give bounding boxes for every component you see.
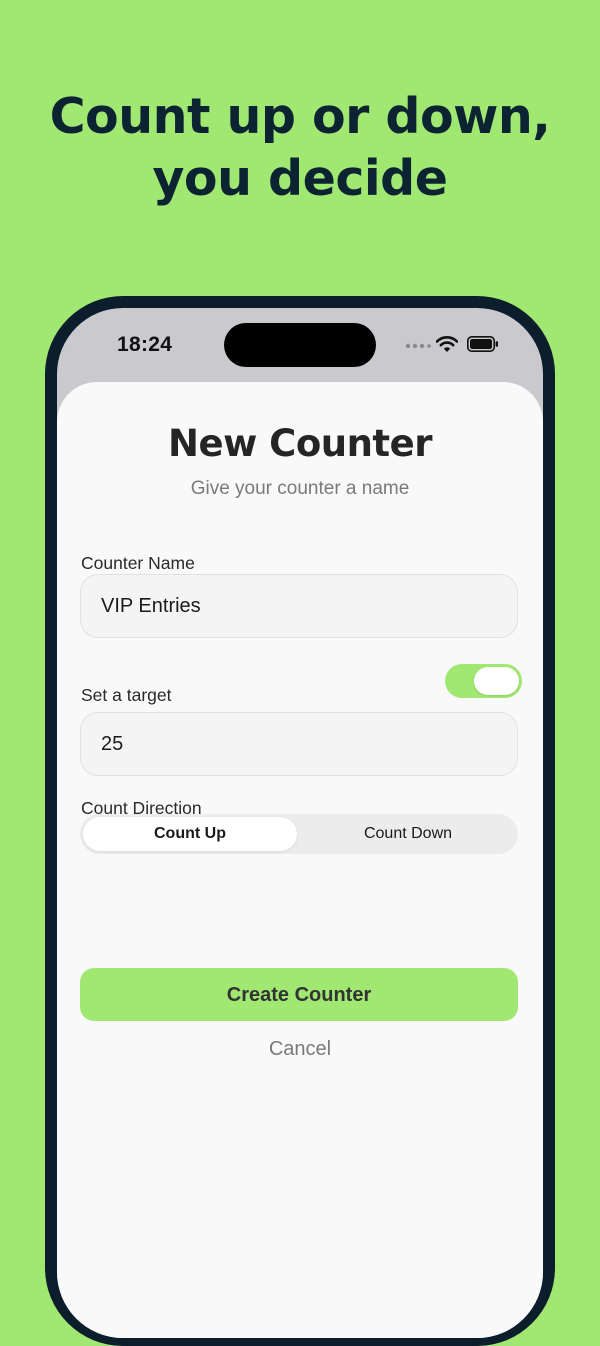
promo-headline: Count up or down, you decide (0, 86, 600, 210)
segment-count-up[interactable]: Count Up (83, 817, 297, 851)
count-direction-control: Count Up Count Down (80, 814, 518, 854)
set-target-label: Set a target (81, 685, 172, 705)
create-counter-button[interactable]: Create Counter (80, 968, 518, 1021)
phone-screen: 18:24 New Counter Give your counter a na… (57, 308, 543, 1338)
status-icons (405, 335, 501, 355)
phone-frame: 18:24 New Counter Give your counter a na… (45, 296, 555, 1346)
target-value-input[interactable] (80, 712, 518, 776)
dynamic-island (224, 323, 376, 367)
wifi-icon (436, 336, 458, 352)
signal-dots-icon (405, 343, 431, 349)
cancel-button[interactable]: Cancel (57, 1038, 543, 1061)
sheet-title: New Counter (168, 422, 432, 465)
battery-icon (467, 336, 498, 352)
counter-name-label: Counter Name (81, 553, 195, 573)
headline-line-1: Count up or down, (49, 88, 551, 145)
headline-line-2: you decide (152, 150, 448, 207)
toggle-knob (474, 667, 519, 695)
status-time: 18:24 (117, 333, 173, 356)
counter-name-input[interactable] (80, 574, 518, 638)
sheet-subtitle: Give your counter a name (190, 478, 410, 499)
new-counter-sheet: New Counter Give your counter a name Cou… (57, 382, 543, 1338)
segment-count-down[interactable]: Count Down (301, 817, 515, 851)
set-target-toggle[interactable] (445, 664, 522, 698)
